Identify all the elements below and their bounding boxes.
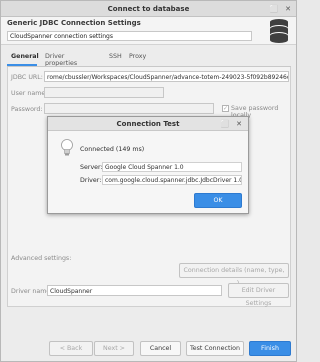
window-title: Connect to database [107,5,190,13]
header-title: Generic JDBC Connection Settings [7,19,141,27]
user-name-input[interactable] [44,87,164,98]
dialog-header: Generic JDBC Connection Settings CloudSp… [1,17,296,45]
window-titlebar: Connect to database ⬜ ✕ [1,1,296,17]
maximize-icon[interactable]: ⬜ [269,4,279,14]
connection-test-dialog: Connection Test ⬜ ✕ Connected (149 ms) S… [47,116,249,214]
finish-button[interactable]: Finish [249,341,291,356]
modal-title: Connection Test [116,120,180,128]
database-icon [270,19,288,43]
jdbc-url-input[interactable]: rome/cbussler/Workspaces/CloudSpanner/ad… [44,71,289,82]
tab-proxy[interactable]: Proxy [129,53,146,60]
header-subtitle: CloudSpanner connection settings [7,31,252,41]
test-connection-button[interactable]: Test Connection ... [186,341,244,362]
lightbulb-icon [61,139,73,156]
driver-name-input[interactable]: CloudSpanner [47,285,222,296]
tab-ssh[interactable]: SSH [109,53,122,60]
modal-close-icon[interactable]: ✕ [234,119,244,129]
next-button[interactable]: Next > [94,341,134,356]
password-label: Password: [11,106,43,113]
connection-details-button[interactable]: Connection details (name, type, ... ) [179,263,289,287]
tab-driver-properties[interactable]: Driver properties [45,53,77,67]
active-tab-indicator [7,64,37,66]
connection-status: Connected (149 ms) [80,146,145,153]
cancel-button[interactable]: Cancel [140,341,181,356]
advanced-settings-label: Advanced settings: [11,255,72,262]
user-name-label: User name: [11,90,48,97]
server-value: Google Cloud Spanner 1.0 [102,162,242,172]
tab-general[interactable]: General [11,53,39,60]
back-button[interactable]: < Back [49,341,93,356]
ok-button[interactable]: OK [194,193,242,208]
edit-driver-settings-button[interactable]: Edit Driver Settings [228,283,289,307]
password-input[interactable] [44,103,214,114]
jdbc-url-label: JDBC URL: [11,74,43,81]
modal-maximize-icon[interactable]: ⬜ [220,119,230,129]
driver-value: com.google.cloud.spanner.jdbc.JdbcDriver… [102,175,242,185]
close-icon[interactable]: ✕ [283,4,293,14]
driver-label: Driver: [80,177,102,184]
server-label: Server: [80,164,103,171]
save-password-checkbox[interactable]: ✓ [222,105,229,112]
